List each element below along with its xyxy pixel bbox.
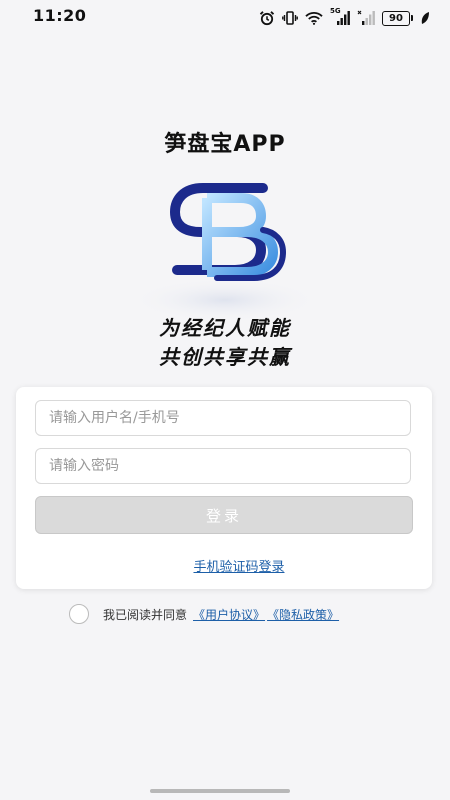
slogan-line-2: 共创共享共赢 [159,345,291,369]
login-button[interactable]: 登录 [35,496,413,534]
sms-login-link[interactable]: 手机验证码登录 [16,556,450,575]
sb-logo-icon [130,183,320,322]
vibrate-icon [282,11,298,25]
user-agreement-link[interactable]: 《用户协议》 [193,606,265,623]
alarm-icon [259,11,275,26]
agreement-text: 我已阅读并同意 [103,607,188,622]
username-input[interactable] [35,400,411,436]
home-indicator[interactable] [150,789,290,793]
agreement-row: 我已阅读并同意 《用户协议》 《隐私政策》 [69,603,339,625]
slogan-line-1: 为经纪人赋能 [159,316,291,340]
login-card: 登录 手机验证码登录 [16,387,432,589]
status-bar: 11:20 5G 90 [0,0,450,34]
agreement-checkbox[interactable] [69,604,89,624]
status-icons: 5G 90 [259,7,430,27]
signal-weak-icon [357,10,375,25]
battery-level: 90 [382,10,410,26]
battery-icon: 90 [382,10,413,26]
privacy-policy-link[interactable]: 《隐私政策》 [267,606,339,623]
leaf-icon [421,12,429,24]
wifi-icon [305,12,323,25]
password-input[interactable] [35,448,411,484]
app-title: 笋盘宝APP [164,132,286,157]
signal-icon: 5G [330,7,350,26]
status-time: 11:20 [33,6,87,25]
